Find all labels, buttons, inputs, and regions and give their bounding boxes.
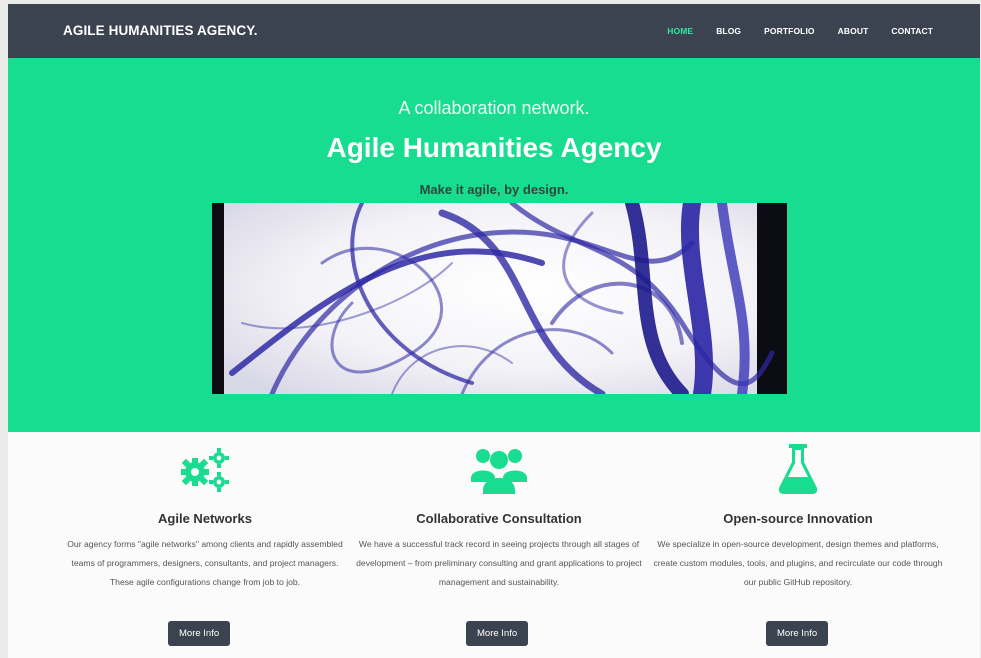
feature-title: Agile Networks	[158, 511, 252, 526]
gears-icon	[60, 444, 350, 494]
navbar: AGILE HUMANITIES AGENCY. HOME BLOG PORTF…	[8, 4, 980, 58]
nav-about[interactable]: ABOUT	[838, 26, 869, 36]
hero-section: A collaboration network. Agile Humanitie…	[8, 58, 980, 432]
brand-logo-link[interactable]: AGILE HUMANITIES AGENCY.	[63, 4, 258, 58]
hero-tagline: A collaboration network.	[398, 98, 590, 118]
hero-image	[212, 203, 787, 394]
feature-text: Our agency forms "agile networks" among …	[67, 539, 343, 587]
more-info-button-collaborative-consultation[interactable]: More Info	[466, 621, 529, 646]
feature-text: We specialize in open-source development…	[653, 539, 943, 587]
nav-contact[interactable]: CONTACT	[891, 26, 933, 36]
main-nav: HOME BLOG PORTFOLIO ABOUT CONTACT	[667, 4, 933, 58]
users-icon	[354, 444, 644, 494]
nav-portfolio[interactable]: PORTFOLIO	[764, 26, 814, 36]
feature-title: Open-source Innovation	[723, 511, 873, 526]
hero-subtitle: Make it agile, by design.	[419, 182, 569, 197]
nav-home[interactable]: HOME	[667, 26, 693, 36]
features-section: Agile Networks Our agency forms "agile n…	[8, 432, 980, 658]
nav-blog[interactable]: BLOG	[716, 26, 741, 36]
feature-title: Collaborative Consultation	[416, 511, 582, 526]
more-info-button-open-source-innovation[interactable]: More Info	[766, 621, 829, 646]
hero-title: Agile Humanities Agency	[326, 132, 662, 163]
flask-icon	[653, 444, 943, 494]
feature-text: We have a successful track record in see…	[356, 539, 642, 587]
more-info-button-agile-networks[interactable]: More Info	[168, 621, 231, 646]
page: AGILE HUMANITIES AGENCY. HOME BLOG PORTF…	[8, 4, 980, 658]
